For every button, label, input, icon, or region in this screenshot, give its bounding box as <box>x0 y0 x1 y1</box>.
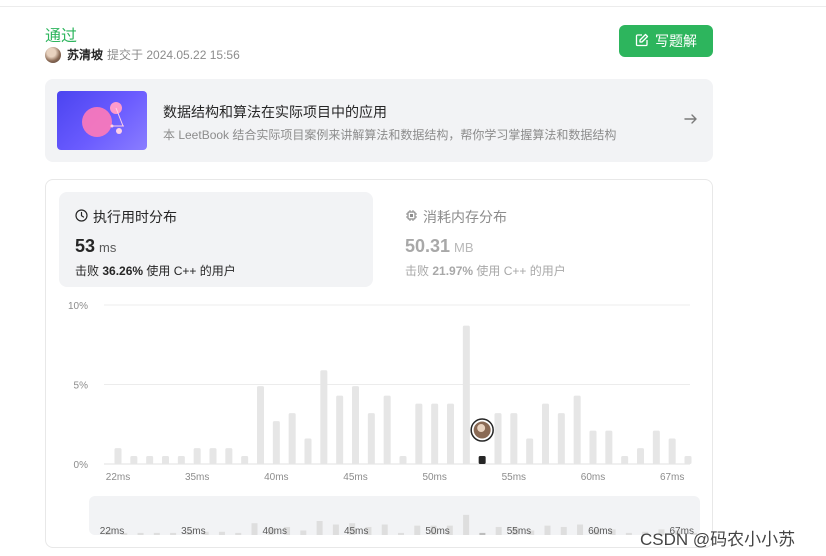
bar <box>209 448 217 464</box>
bar <box>684 456 692 464</box>
overview-bar <box>251 523 258 535</box>
overview-bar <box>625 532 632 535</box>
bar <box>383 395 391 464</box>
overview-bar <box>332 524 339 535</box>
bar <box>589 430 597 464</box>
bar <box>431 403 439 464</box>
overview-bar <box>153 532 160 535</box>
overview-tick-label: 45ms <box>344 526 368 537</box>
bar <box>352 386 359 464</box>
current-user-marker <box>470 418 494 442</box>
overview-bar <box>544 525 551 535</box>
runtime-chart-area: 0% 5% 10% 22ms 35ms 40ms 45ms 50ms 55ms 60ms 67ms 2… <box>0 0 826 556</box>
overview-bar <box>414 525 421 535</box>
y-tick-label: 5% <box>74 381 89 392</box>
overview-tick-label: 55ms <box>507 526 531 537</box>
bar <box>668 438 676 464</box>
bar <box>621 456 629 464</box>
bar <box>510 413 518 464</box>
runtime-distribution-chart[interactable]: 0% 5% 10% 22ms 35ms 40ms 45ms 50ms 55ms 60ms 67ms 2… <box>0 0 826 556</box>
bar <box>130 456 138 464</box>
bar <box>415 403 423 464</box>
bar <box>494 413 502 464</box>
x-tick-label: 55ms <box>502 472 526 483</box>
overview-bar <box>560 526 567 535</box>
x-tick-label: 60ms <box>581 472 605 483</box>
overview-bar <box>398 532 404 535</box>
bar <box>114 448 122 464</box>
overview-bar <box>300 530 307 535</box>
overview-bar <box>235 532 242 535</box>
bar <box>542 403 549 464</box>
bar <box>146 456 154 464</box>
bar <box>162 456 169 464</box>
x-tick-label: 22ms <box>106 472 130 483</box>
overview-tick-label: 50ms <box>425 526 449 537</box>
bar <box>462 325 470 464</box>
overview-bar <box>381 524 388 535</box>
bar <box>367 413 375 464</box>
y-tick-label: 0% <box>74 460 89 471</box>
bar <box>526 438 534 464</box>
bar <box>288 413 296 464</box>
overview-bar <box>577 524 584 535</box>
bar <box>336 395 344 464</box>
bar <box>241 456 249 464</box>
bar <box>225 448 233 464</box>
bar <box>573 395 581 464</box>
bar <box>447 403 454 464</box>
bar <box>637 448 644 464</box>
x-tick-label: 40ms <box>264 472 288 483</box>
marker-avatar-face <box>477 424 486 433</box>
x-tick-label: 45ms <box>343 472 367 483</box>
overview-bar <box>495 526 502 535</box>
bar <box>304 438 312 464</box>
x-tick-label: 35ms <box>185 472 209 483</box>
bar <box>605 430 613 464</box>
bar <box>257 386 264 464</box>
overview-bar <box>316 521 323 535</box>
overview-bar <box>463 514 470 535</box>
overview-bar <box>170 532 177 535</box>
overview-tick-label: 35ms <box>181 526 205 537</box>
x-tick-label: 50ms <box>422 472 446 483</box>
x-tick-label: 67ms <box>660 472 684 483</box>
y-tick-label: 10% <box>68 301 88 312</box>
overview-bar <box>218 531 225 535</box>
bar <box>652 430 660 464</box>
overview-tick-label: 22ms <box>100 526 124 537</box>
bar <box>177 456 185 464</box>
bar <box>557 413 565 464</box>
overview-tick-label: 40ms <box>263 526 287 537</box>
bar <box>272 421 280 464</box>
overview-bar <box>137 532 144 535</box>
bar <box>320 370 328 464</box>
bar-highlight <box>478 456 486 464</box>
overview-tick-label: 60ms <box>588 526 612 537</box>
overview-bar <box>479 532 486 535</box>
bar <box>193 448 201 464</box>
bar <box>399 456 407 464</box>
watermark: CSDN @码农小小苏 <box>640 530 796 549</box>
